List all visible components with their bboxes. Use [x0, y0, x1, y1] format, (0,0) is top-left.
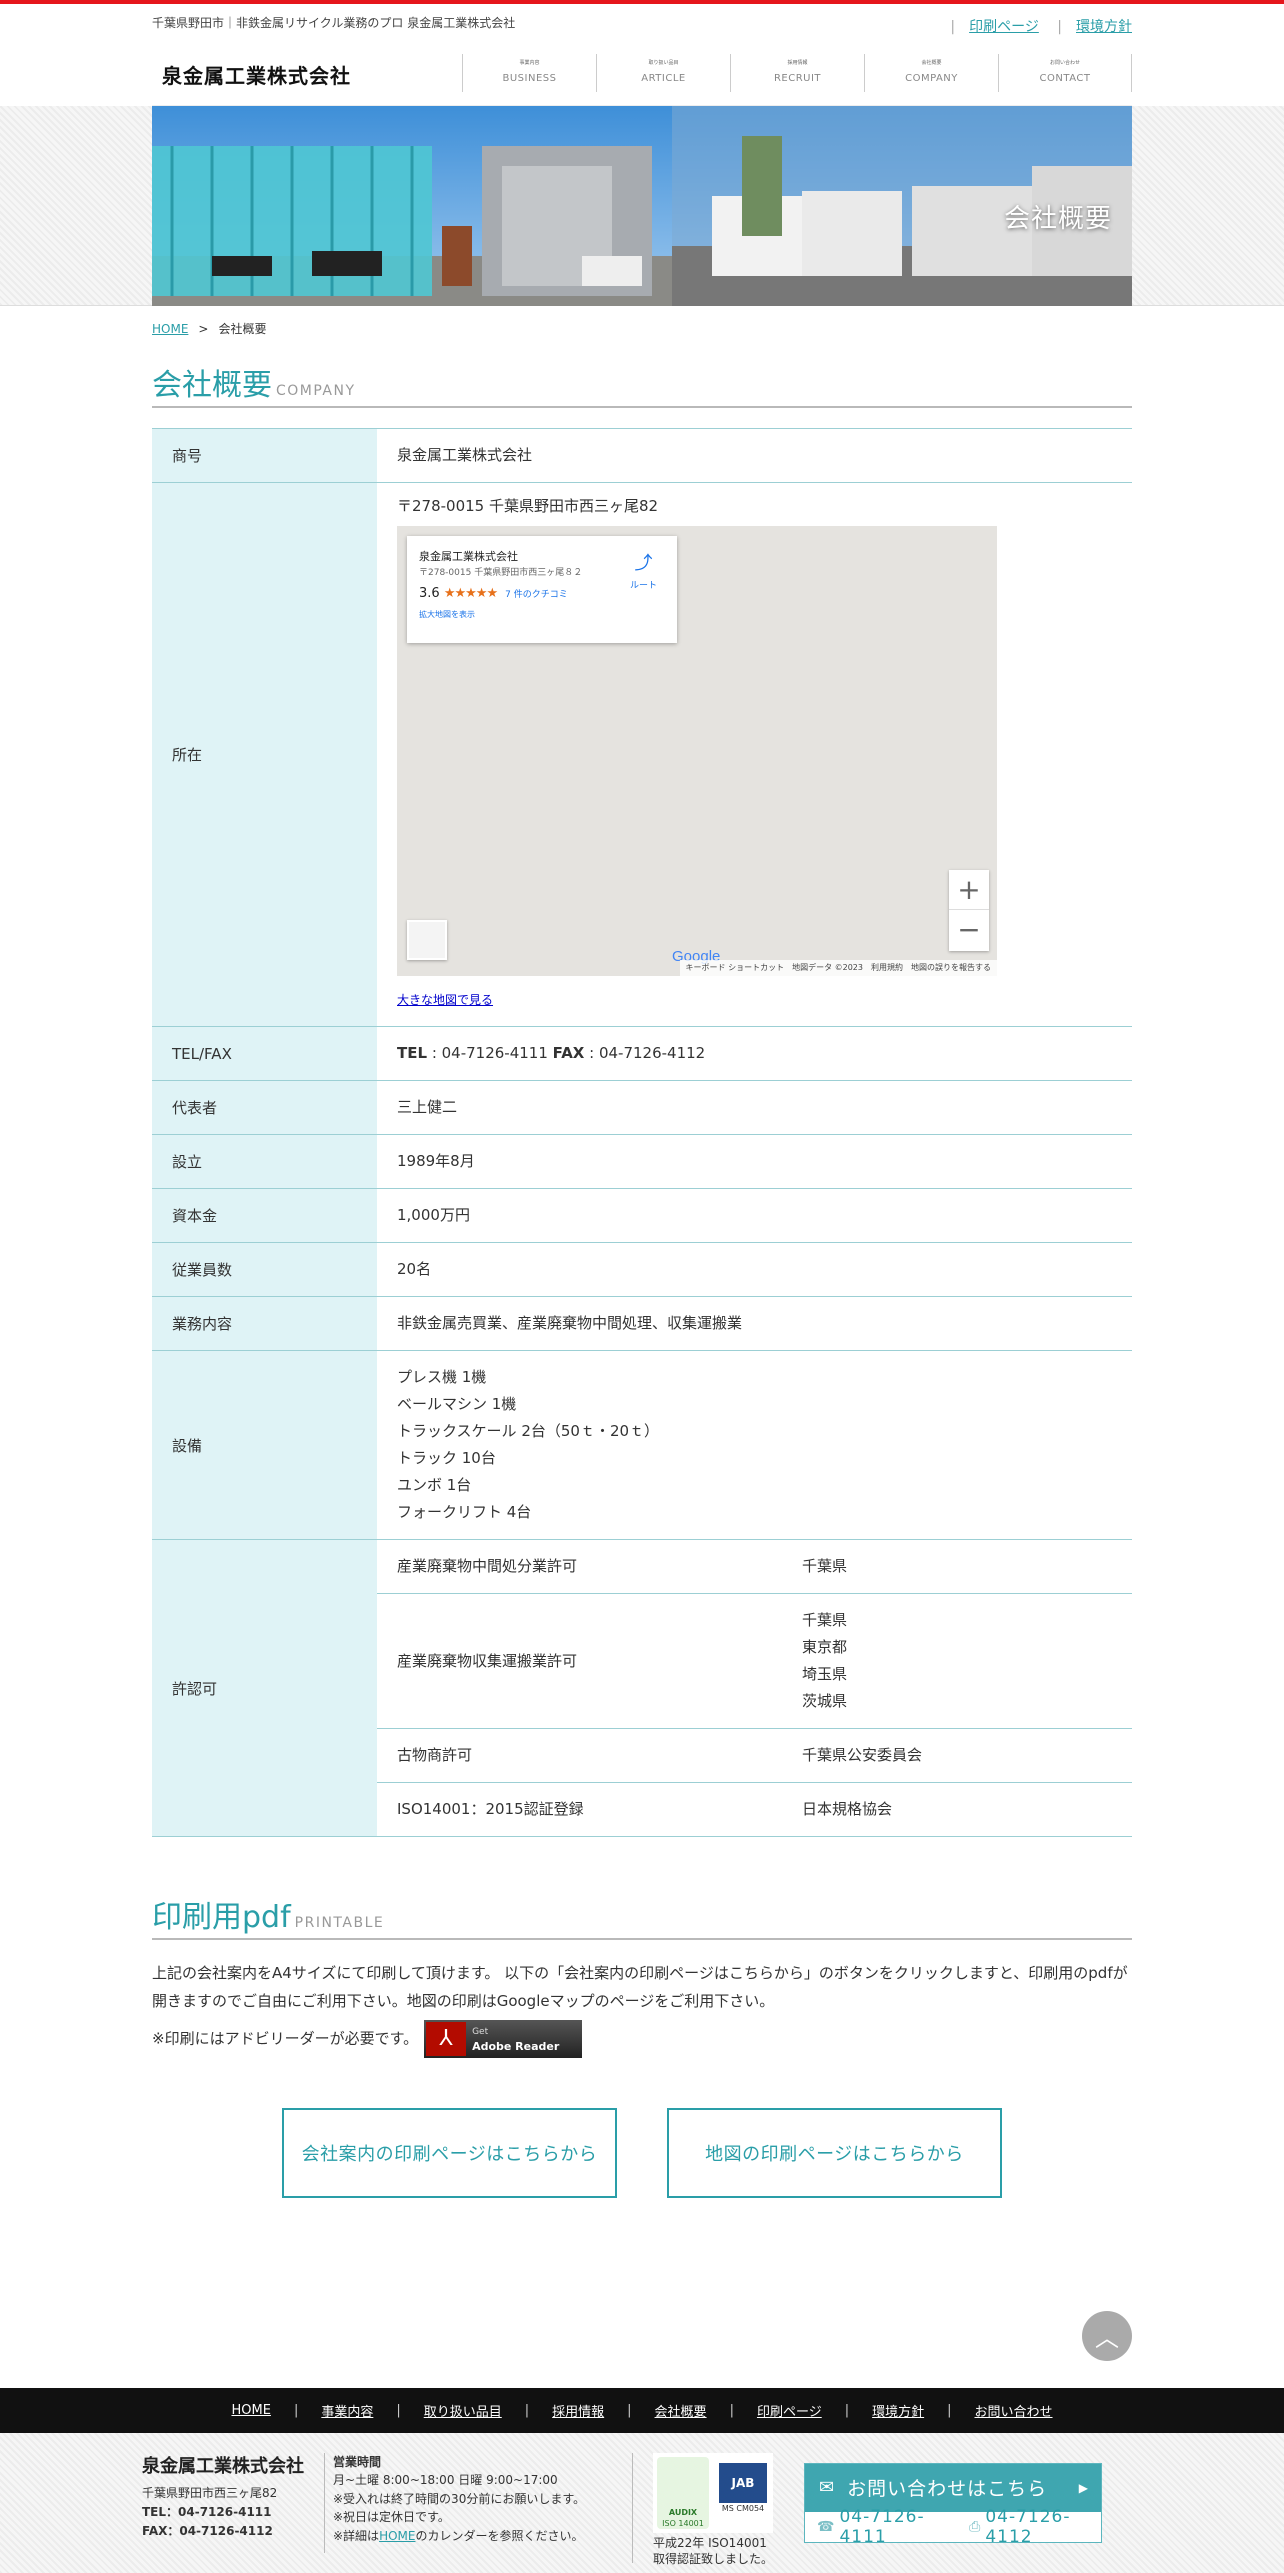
footer-link-company[interactable]: 会社概要 [655, 2401, 707, 2420]
tel-number: : 04-7126-4111 [427, 1044, 553, 1062]
iso-certification-logo: AUDIX ISO 14001 JAB MS CM054 [653, 2452, 773, 2533]
large-map-link[interactable]: 大きな地図で見る [397, 993, 493, 1007]
nav-business[interactable]: 事業内容 BUSINESS [462, 54, 596, 92]
site-logo[interactable]: 泉金属工業株式会社 [162, 60, 351, 89]
print-heading: 印刷用pdf PRINTABLE [152, 1892, 1132, 1940]
zoom-out-button[interactable]: − [949, 910, 989, 950]
footer-link-contact[interactable]: お問い合わせ [975, 2401, 1053, 2420]
rating-stars-icon: ★★★★★ [443, 585, 498, 601]
global-nav: 事業内容 BUSINESS 取り扱い品目 ARTICLE 採用情報 RECRUIT 会… [462, 54, 1132, 92]
table-row: 商号 泉金属工業株式会社 [152, 428, 1132, 483]
footer-link-article[interactable]: 取り扱い品目 [424, 2401, 502, 2420]
map-larger-link[interactable]: 拡大地図を表示 [419, 609, 665, 622]
directions-icon: ⤴ [634, 553, 653, 574]
breadcrumb: HOME > 会社概要 [152, 322, 267, 336]
top-bar: 千葉県野田市｜非鉄金属リサイクル業務のプロ 泉金属工業株式会社 | 印刷ページ |… [152, 4, 1132, 38]
table-row: TEL/FAX TEL : 04-7126-4111 FAX : 04-7126… [152, 1026, 1132, 1081]
table-row: 代表者 三上健二 [152, 1080, 1132, 1135]
footer-hours: 営業時間 月~土曜 8:00~18:00 日曜 9:00~17:00 ※受入れは… [324, 2452, 585, 2553]
nav-company[interactable]: 会社概要 COMPANY [864, 54, 998, 92]
footer-link-print[interactable]: 印刷ページ [757, 2401, 822, 2420]
directions-button[interactable]: ⤴ ルート [630, 550, 657, 593]
adobe-reader-badge[interactable]: ⅄ Get Adobe Reader [424, 2019, 583, 2058]
map-rating: 3.6 [419, 585, 440, 601]
phone-icon: ☎ [817, 2518, 836, 2535]
pdf-icon: ⅄ [426, 2021, 467, 2056]
map-reviews-link[interactable]: 7 件のクチコミ [505, 590, 568, 600]
table-row: 設備 プレス機 1機 ベールマシン 1機 トラックスケール 2台（50ｔ・20ｔ… [152, 1350, 1132, 1540]
map-info-card: 泉金属工業株式会社 〒278-0015 千葉県野田市西三ヶ尾８２ 3.6 ★★★… [407, 536, 677, 643]
table-row: 業務内容 非鉄金属売買業、産業廃棄物中間処理、収集運搬業 [152, 1296, 1132, 1351]
jab-logo: JAB MS CM054 [719, 2462, 767, 2523]
print-note: ※印刷にはアドビリーダーが必要です。 [152, 2029, 419, 2047]
address-text: 〒278-0015 千葉県野田市西三ヶ尾82 [397, 497, 659, 515]
tagline: 千葉県野田市｜非鉄金属リサイクル業務のプロ 泉金属工業株式会社 [152, 16, 516, 30]
footer-iso: AUDIX ISO 14001 JAB MS CM054 平成22年 ISO1400… [632, 2452, 773, 2566]
table-row: 設立 1989年8月 [152, 1134, 1132, 1189]
fax-icon: ⎙ [969, 2518, 982, 2535]
footer-link-business[interactable]: 事業内容 [321, 2401, 373, 2420]
table-row: 所在 〒278-0015 千葉県野田市西三ヶ尾82 泉金属工業株式会社 〒278… [152, 482, 1132, 1027]
footer-link-home[interactable]: HOME [231, 2403, 270, 2418]
company-print-button[interactable]: 会社案内の印刷ページはこちらから [282, 2107, 617, 2198]
print-section: 印刷用pdf PRINTABLE 上記の会社案内をA4サイズにて印刷して頂けます。… [152, 1892, 1132, 2198]
cta-fax: 04-7126-4112 [985, 2506, 1071, 2547]
footer-link-recruit[interactable]: 採用情報 [552, 2401, 604, 2420]
permits-table: 産業廃棄物中間処分業許可 千葉県 産業廃棄物収集運搬業許可 千葉県 東京都 埼玉県 茨城県… [377, 1540, 1132, 1836]
company-info-table: 商号 泉金属工業株式会社 所在 〒278-0015 千葉県野田市西三ヶ尾82 泉… [152, 428, 1132, 1837]
back-to-top-button[interactable]: ︿ [1082, 2310, 1132, 2361]
footer-home-link[interactable]: HOME [379, 2529, 415, 2543]
top-links: | 印刷ページ | 環境方針 [950, 19, 1132, 35]
footer-company-info: 泉金属工業株式会社 千葉県野田市西三ヶ尾82 TEL：04-7126-4111 … [142, 2455, 304, 2538]
table-row: 従業員数 20名 [152, 1242, 1132, 1297]
zoom-in-button[interactable]: + [949, 870, 989, 910]
hero-banner: 会社概要 [152, 106, 1132, 306]
breadcrumb-current: 会社概要 [218, 322, 267, 336]
nav-contact[interactable]: お問い合わせ CONTACT [998, 54, 1132, 92]
equipment-list: プレス機 1機 ベールマシン 1機 トラックスケール 2台（50ｔ・20ｔ） ト… [377, 1350, 1132, 1540]
arrow-right-icon: ▶ [1078, 2480, 1089, 2495]
nav-recruit[interactable]: 採用情報 RECRUIT [730, 54, 864, 92]
print-description: 上記の会社案内をA4サイズにて印刷して頂けます。 以下の「会社案内の印刷ページは… [152, 1964, 1128, 2010]
contact-cta-button[interactable]: ✉ お問い合わせはこちら ▶ ☎ 04-7126-4111 ⎙ 04-7126-4112 [804, 2462, 1102, 2547]
site-footer: 泉金属工業株式会社 千葉県野田市西三ヶ尾82 TEL：04-7126-4111 … [0, 2432, 1284, 2573]
fax-number: : 04-7126-4112 [584, 1044, 706, 1062]
table-row: 許認可 産業廃棄物中間処分業許可 千葉県 産業廃棄物収集運搬業許可 千葉県 東京都 埼玉… [152, 1539, 1132, 1837]
breadcrumb-home[interactable]: HOME [152, 322, 188, 336]
map-footer: キーボード ショートカット 地図データ ©2023 利用規約 地図の誤りを報告す… [679, 959, 997, 976]
audix-logo: AUDIX ISO 14001 [657, 2456, 709, 2529]
env-policy-link[interactable]: 環境方針 [1076, 19, 1132, 35]
hero-image [152, 106, 1132, 306]
footer-nav: HOME | 事業内容 | 取り扱い品目 | 採用情報 | 会社概要 | 印刷ページ | 環… [0, 2387, 1284, 2433]
mail-icon: ✉ [819, 2477, 836, 2498]
google-map[interactable]: 泉金属工業株式会社 〒278-0015 千葉県野田市西三ヶ尾８２ 3.6 ★★★… [397, 526, 997, 976]
footer-link-env[interactable]: 環境方針 [872, 2401, 924, 2420]
map-type-toggle[interactable] [407, 920, 447, 960]
table-row: 資本金 1,000万円 [152, 1188, 1132, 1243]
print-page-link[interactable]: 印刷ページ [969, 19, 1039, 35]
hero-title: 会社概要 [1003, 204, 1112, 234]
nav-article[interactable]: 取り扱い品目 ARTICLE [596, 54, 730, 92]
site-header: 泉金属工業株式会社 事業内容 BUSINESS 取り扱い品目 ARTICLE 採用情… [152, 38, 1132, 106]
company-heading: 会社概要 COMPANY [152, 360, 1132, 408]
map-zoom-control: + − [949, 870, 989, 951]
cta-tel: 04-7126-4111 [839, 2506, 925, 2547]
map-print-button[interactable]: 地図の印刷ページはこちらから [667, 2107, 1002, 2198]
